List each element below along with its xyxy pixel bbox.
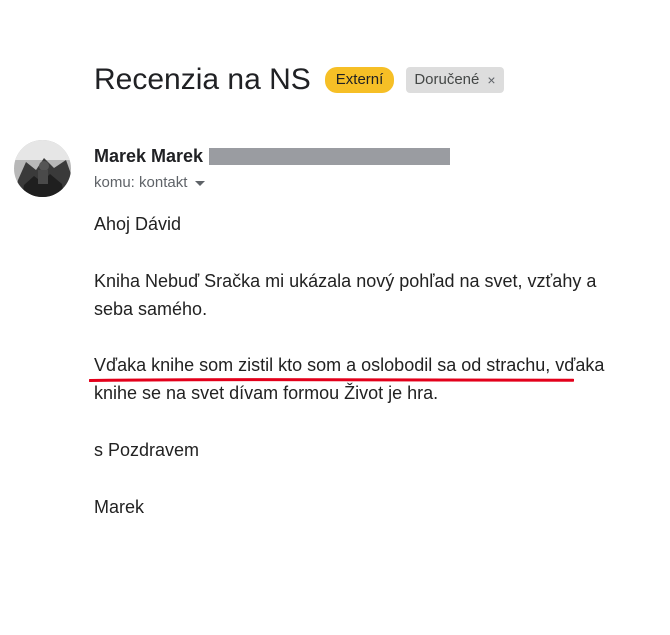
recipient-row: komu: kontakt [94, 173, 206, 193]
label-inbox-text[interactable]: Doručené [414, 69, 479, 91]
sender-row: Marek Marek [94, 145, 451, 167]
paragraph-1-line-1: Kniha Nebuď Sračka mi ukázala nový pohľa… [94, 271, 597, 291]
label-external[interactable]: Externí [324, 67, 395, 93]
red-underline-annotation [89, 378, 574, 382]
redacted-sender-email [209, 147, 451, 165]
paragraph-2-line-1: Vďaka knihe som zistil kto som a oslobod… [94, 355, 605, 375]
email-greeting: Ahoj Dávid [94, 214, 182, 234]
avatar[interactable] [14, 140, 71, 197]
recipient-text: komu: kontakt [94, 174, 188, 191]
email-paragraph-1: Kniha Nebuď Sračka mi ukázala nový pohľa… [94, 267, 654, 323]
email-signature: Marek [94, 497, 145, 517]
email-closing: s Pozdravem [94, 440, 200, 460]
avatar-photo [14, 140, 71, 197]
email-subject: Recenzia na NS [94, 63, 311, 96]
sender-name[interactable]: Marek Marek [94, 145, 203, 167]
paragraph-2-line-2: knihe se na svet dívam formou Život je h… [94, 383, 439, 403]
remove-label-icon[interactable]: × [487, 69, 495, 91]
paragraph-1-line-2: seba samého. [94, 299, 208, 319]
subject-row: Recenzia na NS Externí Doručené × [94, 60, 504, 100]
caret-down-icon[interactable] [195, 180, 206, 186]
label-inbox[interactable]: Doručené × [406, 67, 504, 93]
